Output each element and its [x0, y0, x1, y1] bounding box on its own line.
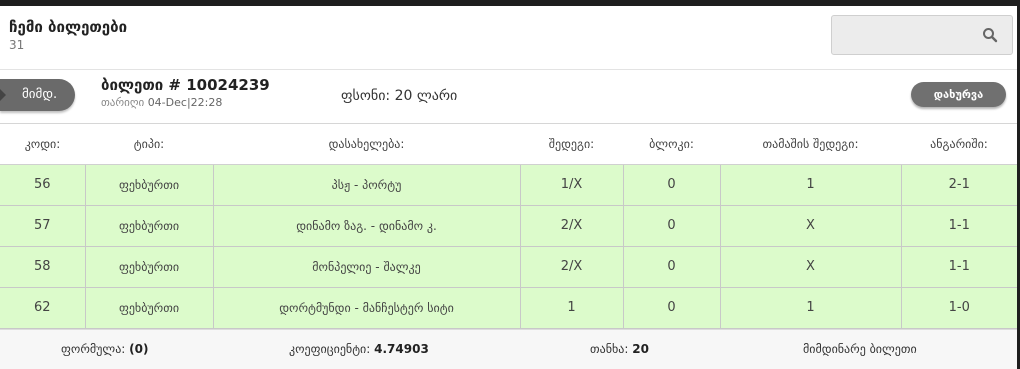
cell-game-result: 1 [720, 164, 902, 206]
amount-value: 20 [632, 342, 649, 356]
cell-type: ფეხბურთი [85, 205, 214, 247]
cell-block: 0 [623, 164, 721, 206]
column-header-result: შედეგი: [520, 124, 623, 165]
cell-result: 2/X [520, 205, 624, 247]
ticket-status-text: მიმდინარე ბილეთი [803, 342, 917, 356]
search-input[interactable] [831, 15, 1013, 55]
ticket-date: თარიღი 04-Dec|22:28 [101, 96, 222, 109]
cell-score: 1-0 [901, 287, 1017, 329]
ticket-count: 31 [9, 38, 25, 52]
column-header-game-result: თამაშის შედეგი: [720, 124, 901, 165]
coefficient-value: 4.74903 [374, 342, 429, 356]
cell-type: ფეხბურთი [85, 287, 214, 329]
column-header-name: დასახელება: [213, 124, 520, 165]
cell-result: 1/X [520, 164, 624, 206]
bets-table: კოდი: ტიპი: დასახელება: შედეგი: ბლოკი: თ… [0, 124, 1017, 329]
search-icon[interactable] [982, 27, 998, 43]
cell-type: ფეხბურთი [85, 164, 214, 206]
ticket-date-value: 04-Dec|22:28 [147, 96, 223, 109]
ticket-footer: ფორმულა: (0) კოეფიციენტი: 4.74903 თანხა:… [0, 329, 1017, 369]
cell-game-result: 1 [720, 287, 902, 329]
amount-summary: თანხა: 20 [590, 342, 649, 356]
table-row: 58 ფეხბურთი მონპელიე - შალკე 2/X 0 X 1-1 [0, 246, 1017, 288]
column-header-code: კოდი: [0, 124, 85, 165]
cell-match-name: მონპელიე - შალკე [213, 246, 521, 288]
close-ticket-button[interactable]: დახურვა [911, 82, 1006, 107]
cell-score: 1-1 [901, 205, 1017, 247]
status-tab[interactable]: მიმდ. [0, 79, 75, 111]
cell-score: 1-1 [901, 246, 1017, 288]
coefficient-summary: კოეფიციენტი: 4.74903 [289, 342, 429, 356]
page-header: ჩემი ბილეთები 31 [0, 6, 1017, 70]
cell-score: 2-1 [901, 164, 1017, 206]
amount-label: თანხა: [590, 342, 629, 356]
formula-summary: ფორმულა: (0) [61, 342, 149, 356]
column-header-score: ანგარიში: [901, 124, 1017, 165]
table-row: 57 ფეხბურთი დინამო ზაგ. - დინამო კ. 2/X … [0, 205, 1017, 247]
table-header-row: კოდი: ტიპი: დასახელება: შედეგი: ბლოკი: თ… [0, 124, 1017, 165]
cell-result: 1 [520, 287, 624, 329]
table-row: 56 ფეხბურთი პსჟ - პორტუ 1/X 0 1 2-1 [0, 164, 1017, 206]
column-header-type: ტიპი: [85, 124, 213, 165]
cell-code: 62 [0, 287, 86, 329]
coefficient-label: კოეფიციენტი: [289, 342, 371, 356]
column-header-block: ბლოკი: [623, 124, 720, 165]
ticket-header: მიმდ. ბილეთი # 10024239 თარიღი 04-Dec|22… [0, 70, 1017, 124]
cell-type: ფეხბურთი [85, 246, 214, 288]
cell-match-name: დორტმუნდი - მანჩესტერ სიტი [213, 287, 521, 329]
cell-game-result: X [720, 205, 902, 247]
cell-block: 0 [623, 246, 721, 288]
cell-code: 58 [0, 246, 86, 288]
ticket-stake: ფსონი: 20 ლარი [341, 88, 458, 104]
cell-block: 0 [623, 287, 721, 329]
ticket-date-label: თარიღი [101, 96, 145, 109]
page-title: ჩემი ბილეთები [9, 18, 128, 36]
cell-block: 0 [623, 205, 721, 247]
cell-match-name: პსჟ - პორტუ [213, 164, 521, 206]
cell-result: 2/X [520, 246, 624, 288]
cell-code: 57 [0, 205, 86, 247]
table-row: 62 ფეხბურთი დორტმუნდი - მანჩესტერ სიტი 1… [0, 287, 1017, 329]
cell-match-name: დინამო ზაგ. - დინამო კ. [213, 205, 521, 247]
formula-value: (0) [129, 342, 149, 356]
cell-code: 56 [0, 164, 86, 206]
formula-label: ფორმულა: [61, 342, 126, 356]
ticket-title: ბილეთი # 10024239 [101, 76, 270, 94]
cell-game-result: X [720, 246, 902, 288]
